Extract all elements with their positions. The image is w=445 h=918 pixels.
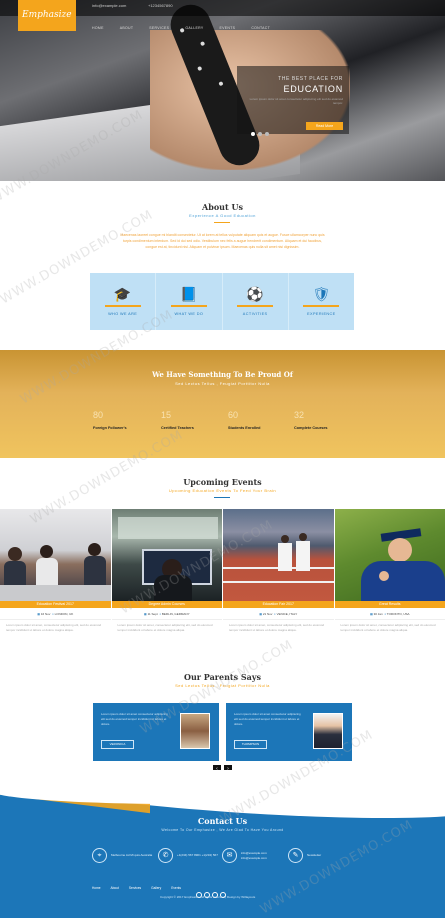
contact-text[interactable]: info@example.com info@example.com: [241, 851, 286, 860]
stat-label: Complete Courses: [294, 426, 328, 430]
nav-events[interactable]: EVENTS: [220, 26, 236, 30]
feature-experience[interactable]: 🛡 EXPERIENCE: [289, 273, 354, 330]
about-subtitle: Experience A Good Education: [189, 213, 256, 218]
testimonial-card: Lorem ipsum dolor sit amet consectetur a…: [226, 703, 352, 761]
testimonial-name: THOMPSON: [234, 740, 267, 749]
testimonial-quote: Lorem ipsum dolor sit amet consectetur a…: [101, 712, 168, 726]
event-image: [334, 509, 445, 601]
event-text: Lorem ipsum dolor sit amet, consectetur …: [229, 623, 325, 632]
football-icon: ⚽: [246, 286, 264, 302]
event-image: [223, 509, 334, 601]
mail-icon: ✉: [222, 848, 237, 863]
stat-value: 15: [161, 410, 172, 420]
event-image: [111, 509, 222, 601]
footer-link-gallery[interactable]: Gallery: [151, 886, 161, 890]
event-caption: Education Festival 2017: [0, 601, 111, 608]
event-caption: Great Results: [334, 601, 445, 608]
contact-item: ✉ info@example.com info@example.com: [222, 848, 286, 863]
contact-item: ✆ +1(234) 567 8901 +1(234) 567: [158, 848, 222, 863]
parents-title: Our Parents Says: [184, 672, 261, 682]
graduation-cap-icon: 🎓: [113, 286, 132, 302]
feature-what-we-do[interactable]: 📘 WHAT WE DO: [156, 273, 223, 330]
feature-label: ACTIVITIES: [242, 312, 268, 316]
parent-photo: [180, 713, 210, 749]
event-text: Lorem ipsum dolor sit amet, consectetur …: [117, 623, 213, 632]
about-title: About Us: [202, 202, 243, 212]
contact-text: Melbourne Ad Mi quis Australia: [111, 853, 153, 858]
stat-value: 32: [294, 410, 305, 420]
read-more-button[interactable]: Read More: [306, 122, 343, 130]
feature-activities[interactable]: ⚽ ACTIVITIES: [223, 273, 289, 330]
footer-link-services[interactable]: Services: [129, 886, 141, 890]
event-meta: ▦ 30 Jan ⌖ TORONTO, USA: [334, 608, 445, 620]
event-text: Lorem ipsum dolor sit amet, consectetur …: [340, 623, 436, 632]
shield-icon: 🛡: [312, 286, 331, 302]
parent-photo: [313, 713, 343, 749]
book-icon: 📘: [180, 286, 198, 302]
feature-label: WHAT WE DO: [174, 312, 204, 316]
event-meta: ▦ 11 Sept ⌖ BERLIN, GERMANY: [111, 608, 222, 620]
nav-contact[interactable]: CONTACT: [251, 26, 270, 30]
slider-dots[interactable]: [251, 123, 272, 141]
phone-icon: ✆: [158, 848, 173, 863]
stats-section: [0, 350, 445, 458]
footer-link-events[interactable]: Events: [171, 886, 181, 890]
logo[interactable]: Emphasize: [18, 0, 76, 31]
feature-label: EXPERIENCE: [307, 312, 336, 316]
nav-gallery[interactable]: GALLERY: [185, 26, 203, 30]
parents-subtitle: Sed Lectus Tellus , Feugiat Porttitor Nu…: [175, 683, 270, 688]
slide-tagline: THE BEST PLACE FOR: [278, 76, 343, 82]
event-card[interactable]: Education Fair 2017 ▦ 21 Nov ⌖ VENICE, I…: [223, 509, 335, 653]
event-caption: Degree Admin Courses: [111, 601, 222, 608]
slide-body: Lorem ipsum dolor sit amet consectetur a…: [249, 97, 343, 106]
copyright: Copyright © 2017 Emphasize. All rights r…: [160, 895, 256, 899]
stats-subtitle: Sed Lectus Tellus , Feugiat Porttitor Nu…: [175, 381, 270, 386]
nav-home[interactable]: HOME: [92, 26, 104, 30]
slide-headline: EDUCATION: [283, 84, 343, 94]
footer-link-about[interactable]: About: [111, 886, 119, 890]
stat-value: 80: [93, 410, 104, 420]
footer-link-home[interactable]: Home: [92, 886, 101, 890]
event-caption: Education Fair 2017: [223, 601, 334, 608]
map-pin-icon: ⌖: [92, 848, 107, 863]
contact-item: ✎ Newsletter: [288, 848, 352, 863]
feature-label: WHO WE ARE: [108, 312, 138, 316]
feature-who-we-are[interactable]: 🎓 WHO WE ARE: [90, 273, 157, 330]
events-grid: Education Festival 2017 ▦ 16 Nov ⌖ LONDO…: [0, 509, 445, 653]
top-phone[interactable]: +1234567890: [148, 3, 173, 8]
nav-about[interactable]: ABOUT: [120, 26, 134, 30]
events-subtitle: Upcoming Education Events To Feed Your B…: [168, 488, 277, 493]
contact-text[interactable]: Newsletter: [307, 853, 352, 858]
about-body: Maecenas laoreet congue mi blandit conse…: [120, 233, 325, 249]
social-icons: [196, 885, 228, 903]
contact-text[interactable]: +1(234) 567 8901 +1(234) 567: [177, 853, 222, 858]
chat-icon: ✎: [288, 848, 303, 863]
contact-title: Contact Us: [197, 816, 248, 826]
event-meta: ▦ 16 Nov ⌖ LONDON, UK: [0, 608, 111, 620]
nav-services[interactable]: SERVICES: [149, 26, 169, 30]
footer-links: Home About Services Gallery Events: [92, 886, 191, 890]
event-meta: ▦ 21 Nov ⌖ VENICE, ITALY: [223, 608, 334, 620]
stat-value: 60: [228, 410, 239, 420]
testimonial-quote: Lorem ipsum dolor sit amet consectetur a…: [234, 712, 301, 726]
event-image: [0, 509, 111, 601]
main-nav: HOME ABOUT SERVICES GALLERY EVENTS CONTACT: [92, 16, 286, 30]
event-card[interactable]: Great Results ▦ 30 Jan ⌖ TORONTO, USA Lo…: [334, 509, 445, 653]
event-text: Lorem ipsum dolor sit amet, consectetur …: [6, 623, 102, 632]
contact-subtitle: Welcome To Our Emphasize , We Are Glad T…: [161, 828, 284, 832]
top-email[interactable]: info@example.com: [92, 3, 126, 8]
contact-item: ⌖ Melbourne Ad Mi quis Australia: [92, 848, 156, 863]
stats-title: We Have Something To Be Proud Of: [152, 370, 293, 379]
event-card[interactable]: Education Festival 2017 ▦ 16 Nov ⌖ LONDO…: [0, 509, 112, 653]
title-divider: [214, 497, 230, 498]
events-title: Upcoming Events: [183, 477, 262, 487]
testimonial-name: VERONICA: [101, 740, 134, 749]
title-divider: [214, 222, 230, 223]
features-strip: 🎓 WHO WE ARE 📘 WHAT WE DO ⚽ ACTIVITIES 🛡…: [90, 273, 354, 330]
event-card[interactable]: Degree Admin Courses ▦ 11 Sept ⌖ BERLIN,…: [111, 509, 223, 653]
testimonial-card: Lorem ipsum dolor sit amet consectetur a…: [93, 703, 219, 761]
